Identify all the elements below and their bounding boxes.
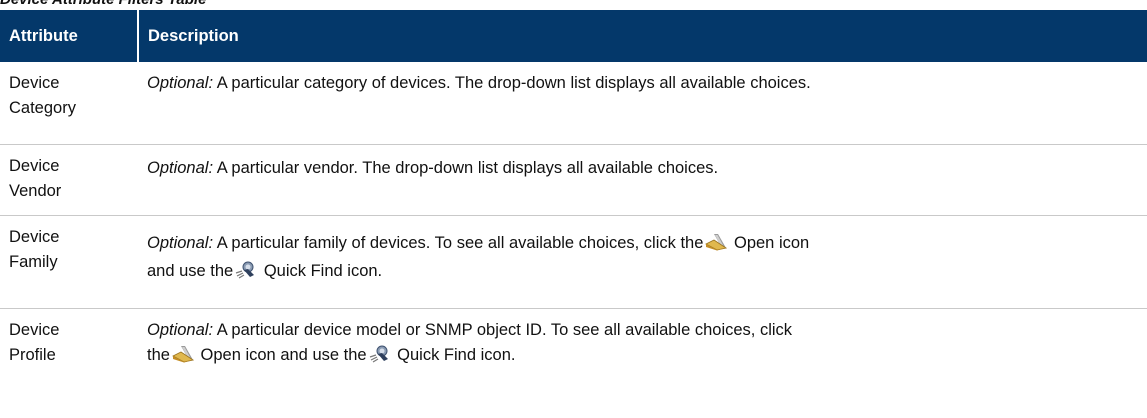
description-text: A particular vendor. The drop-down list … bbox=[213, 158, 719, 177]
open-icon-label: Open icon bbox=[729, 233, 810, 252]
attribute-cell: Device Profile bbox=[0, 308, 138, 418]
quick-find-icon-label: Quick Find icon bbox=[259, 261, 378, 280]
attribute-name-line2: Category bbox=[9, 99, 76, 117]
optional-label: Optional: bbox=[147, 74, 214, 92]
open-icon bbox=[705, 233, 728, 259]
quick-find-icon bbox=[235, 261, 257, 287]
attribute-name-line1: Device bbox=[9, 156, 60, 175]
open-icon bbox=[172, 345, 194, 371]
attribute-name-line2: Family bbox=[9, 252, 58, 271]
attribute-cell: Device Category bbox=[0, 62, 138, 145]
description-text: A particular device model or SNMP object… bbox=[213, 320, 793, 339]
attribute-name-line1: Device bbox=[9, 227, 60, 246]
description-cell: Optional: A particular vendor. The drop-… bbox=[138, 144, 1147, 216]
quick-find-icon bbox=[369, 345, 391, 371]
attribute-name-line2: Profile bbox=[9, 345, 56, 364]
table-row: Device Vendor Optional: A particular ven… bbox=[0, 144, 1147, 216]
description-cell: Optional: A particular family of devices… bbox=[138, 215, 1147, 309]
description-text-end: . bbox=[377, 261, 383, 280]
attribute-name-line1: Device bbox=[9, 320, 60, 339]
optional-label: Optional: bbox=[147, 158, 214, 177]
table-header-row: Attribute Description bbox=[0, 10, 1147, 62]
description-cell: Optional: A particular category of devic… bbox=[138, 62, 1147, 145]
description-text: A particular category of devices. The dr… bbox=[213, 74, 811, 92]
description-text: the bbox=[147, 345, 170, 364]
device-attribute-filters-table: Attribute Description Device Category Op… bbox=[0, 10, 1147, 418]
description-text: and use the bbox=[275, 345, 367, 364]
description-text-end: . bbox=[510, 345, 516, 364]
attribute-cell: Device Family bbox=[0, 215, 138, 309]
header-attribute: Attribute bbox=[0, 10, 138, 62]
table-row: Device Profile Optional: A particular de… bbox=[0, 308, 1147, 418]
header-description: Description bbox=[137, 10, 1147, 62]
table-caption: Device Attribute Filters Table bbox=[0, 0, 206, 9]
optional-label: Optional: bbox=[147, 320, 214, 339]
description-text: and use the bbox=[147, 261, 234, 280]
table-row: Device Family Optional: A particular fam… bbox=[0, 215, 1147, 309]
attribute-name-line1: Device bbox=[9, 74, 60, 92]
attribute-name-line2: Vendor bbox=[9, 181, 62, 200]
description-cell: Optional: A particular device model or S… bbox=[138, 308, 1147, 418]
optional-label: Optional: bbox=[147, 233, 214, 252]
table-row: Device Category Optional: A particular c… bbox=[0, 62, 1147, 145]
attribute-cell: Device Vendor bbox=[0, 144, 138, 216]
open-icon-label: Open icon bbox=[195, 345, 276, 364]
description-text: A particular family of devices. To see a… bbox=[213, 233, 704, 252]
quick-find-icon-label: Quick Find icon bbox=[392, 345, 511, 364]
